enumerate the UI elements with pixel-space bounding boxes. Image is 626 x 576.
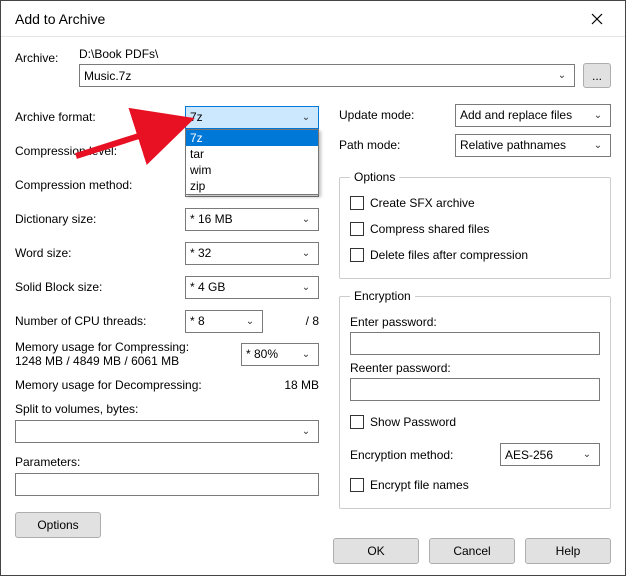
shared-checkbox[interactable] [350, 222, 364, 236]
dialog-buttons: OK Cancel Help [1, 527, 625, 575]
close-icon [591, 13, 603, 25]
encrypt-names-checkbox[interactable] [350, 478, 364, 492]
right-column: Update mode: Add and replace files ⌄ Pat… [339, 100, 611, 538]
browse-button[interactable]: ... [583, 63, 611, 88]
archive-format-dropdown-list: 7z tar wim zip [185, 129, 319, 195]
sfx-label: Create SFX archive [370, 196, 475, 210]
sfx-checkbox[interactable] [350, 196, 364, 210]
delete-after-label: Delete files after compression [370, 248, 528, 262]
format-option-zip[interactable]: zip [186, 178, 318, 194]
split-volumes-input[interactable]: ⌄ [15, 420, 319, 443]
reenter-password-label: Reenter password: [350, 361, 600, 375]
dialog-body: Archive: D:\Book PDFs\ Music.7z ⌄ ... Ar… [1, 37, 625, 550]
mem-decompress-value: 18 MB [284, 378, 319, 392]
encrypt-names-label: Encrypt file names [370, 478, 469, 492]
chevron-down-icon: ⌄ [579, 449, 595, 460]
archive-name-input[interactable]: Music.7z ⌄ [79, 64, 575, 87]
chevron-down-icon: ⌄ [554, 70, 570, 81]
format-option-7z[interactable]: 7z [186, 130, 318, 146]
mem-compress-pct-select[interactable]: * 80% ⌄ [241, 343, 319, 366]
show-password-label: Show Password [370, 415, 456, 429]
path-mode-select[interactable]: Relative pathnames ⌄ [455, 134, 611, 157]
parameters-input[interactable] [15, 473, 319, 496]
cpu-threads-label: Number of CPU threads: [15, 314, 185, 328]
solid-block-size-label: Solid Block size: [15, 280, 185, 294]
chevron-down-icon: ⌄ [590, 140, 606, 151]
dictionary-size-select[interactable]: * 16 MB ⌄ [185, 208, 319, 231]
chevron-down-icon: ⌄ [298, 214, 314, 225]
update-mode-select[interactable]: Add and replace files ⌄ [455, 104, 611, 127]
dictionary-size-label: Dictionary size: [15, 212, 185, 226]
chevron-down-icon: ⌄ [242, 316, 258, 327]
titlebar: Add to Archive [1, 1, 625, 37]
chevron-down-icon: ⌄ [298, 349, 314, 360]
format-option-wim[interactable]: wim [186, 162, 318, 178]
solid-block-size-select[interactable]: * 4 GB ⌄ [185, 276, 319, 299]
delete-after-checkbox[interactable] [350, 248, 364, 262]
chevron-down-icon: ⌄ [298, 248, 314, 259]
cancel-button[interactable]: Cancel [429, 538, 515, 564]
mem-decompress-label: Memory usage for Decompressing: [15, 378, 202, 392]
word-size-label: Word size: [15, 246, 185, 260]
archive-label: Archive: [15, 47, 73, 65]
split-volumes-label: Split to volumes, bytes: [15, 402, 319, 416]
cpu-threads-select[interactable]: * 8 ⌄ [185, 310, 263, 333]
chevron-down-icon: ⌄ [298, 282, 314, 293]
dialog-add-to-archive: Add to Archive Archive: D:\Book PDFs\ Mu… [0, 0, 626, 576]
ok-button[interactable]: OK [333, 538, 419, 564]
archive-format-select[interactable]: 7z ⌄ [185, 106, 319, 129]
chevron-down-icon: ⌄ [298, 426, 314, 437]
archive-path: D:\Book PDFs\ [79, 47, 611, 61]
compression-level-label: Compression level: [15, 144, 185, 158]
shared-label: Compress shared files [370, 222, 489, 236]
encryption-method-select[interactable]: AES-256 ⌄ [500, 443, 600, 466]
left-column: Archive format: 7z ⌄ 7z tar wim zip [15, 100, 319, 538]
chevron-down-icon: ⌄ [298, 112, 314, 123]
mem-compress-value: 1248 MB / 4849 MB / 6061 MB [15, 354, 241, 368]
encryption-group: Encryption Enter password: Reenter passw… [339, 289, 611, 509]
cpu-threads-total: / 8 [263, 314, 319, 328]
update-mode-label: Update mode: [339, 108, 447, 122]
format-label: Archive format: [15, 110, 185, 124]
encryption-legend: Encryption [350, 289, 415, 303]
format-option-tar[interactable]: tar [186, 146, 318, 162]
encryption-method-label: Encryption method: [350, 448, 490, 462]
mem-compress-label: Memory usage for Compressing: [15, 340, 241, 354]
parameters-label: Parameters: [15, 455, 319, 469]
chevron-down-icon: ⌄ [590, 110, 606, 121]
window-title: Add to Archive [15, 11, 577, 27]
enter-password-label: Enter password: [350, 315, 600, 329]
compression-method-label: Compression method: [15, 178, 185, 192]
help-button[interactable]: Help [525, 538, 611, 564]
enter-password-input[interactable] [350, 332, 600, 355]
options-legend: Options [350, 170, 399, 184]
show-password-checkbox[interactable] [350, 415, 364, 429]
close-button[interactable] [577, 4, 617, 34]
path-mode-label: Path mode: [339, 138, 447, 152]
options-group: Options Create SFX archive Compress shar… [339, 170, 611, 279]
reenter-password-input[interactable] [350, 378, 600, 401]
word-size-select[interactable]: * 32 ⌄ [185, 242, 319, 265]
